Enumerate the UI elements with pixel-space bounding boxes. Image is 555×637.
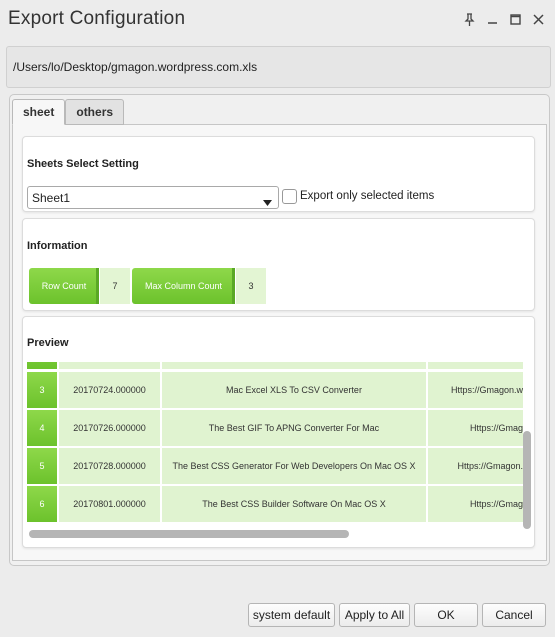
table-row[interactable]: 5 20170728.000000 The Best CSS Generator… xyxy=(27,448,523,484)
title-cell: Mac Excel XLS To CSV Converter xyxy=(162,372,426,408)
sheets-select-title: Sheets Select Setting xyxy=(27,158,139,170)
tab-sheet[interactable]: sheet xyxy=(12,99,66,125)
tab-bar: sheet others xyxy=(12,99,125,125)
tab-content: Sheets Select Setting Sheet1 Export only… xyxy=(12,124,547,561)
export-selected-label: Export only selected items xyxy=(300,190,435,202)
url-cell: Https://Gmagon. xyxy=(428,448,523,484)
information-title: Information xyxy=(27,240,88,252)
ok-button[interactable]: OK xyxy=(414,603,478,627)
table-row xyxy=(27,362,523,369)
horizontal-scroll-thumb[interactable] xyxy=(29,530,349,538)
table-row[interactable]: 6 20170801.000000 The Best CSS Builder S… xyxy=(27,486,523,522)
system-default-button[interactable]: system default xyxy=(248,603,335,627)
file-path-field: /Users/lo/Desktop/gmagon.wordpress.com.x… xyxy=(6,46,551,88)
vertical-scroll-thumb[interactable] xyxy=(523,431,531,529)
pin-icon[interactable] xyxy=(463,12,476,26)
url-cell: Https://Gmagon.w xyxy=(428,372,523,408)
title-cell xyxy=(162,362,426,369)
minimize-icon[interactable] xyxy=(486,13,499,26)
max-column-count-label: Max Column Count xyxy=(132,268,235,304)
preview-title: Preview xyxy=(27,337,69,349)
row-index-cell: 5 xyxy=(27,448,57,484)
preview-table[interactable]: 3 20170724.000000 Mac Excel XLS To CSV C… xyxy=(27,362,523,528)
date-cell: 20170728.000000 xyxy=(59,448,160,484)
preview-card: Preview 3 20170724.000000 Mac Excel XLS … xyxy=(22,316,535,548)
cancel-button[interactable]: Cancel xyxy=(482,603,546,627)
row-index-cell: 3 xyxy=(27,372,57,408)
window-controls xyxy=(463,12,545,26)
date-cell: 20170724.000000 xyxy=(59,372,160,408)
vertical-scrollbar[interactable] xyxy=(523,367,531,533)
date-cell xyxy=(59,362,160,369)
row-count-value: 7 xyxy=(100,268,130,304)
url-cell: Https://Gmag xyxy=(428,410,523,446)
title-cell: The Best CSS Builder Software On Mac OS … xyxy=(162,486,426,522)
export-selected-checkbox[interactable] xyxy=(282,189,297,204)
apply-to-all-button[interactable]: Apply to All xyxy=(339,603,410,627)
maximize-icon[interactable] xyxy=(509,13,522,26)
date-cell: 20170726.000000 xyxy=(59,410,160,446)
table-row[interactable]: 3 20170724.000000 Mac Excel XLS To CSV C… xyxy=(27,372,523,408)
url-cell xyxy=(428,362,523,369)
max-column-count-value: 3 xyxy=(236,268,266,304)
close-icon[interactable] xyxy=(532,13,545,26)
information-card: Information Row Count 7 Max Column Count… xyxy=(22,218,535,311)
sheets-select-card: Sheets Select Setting Sheet1 Export only… xyxy=(22,136,535,212)
date-cell: 20170801.000000 xyxy=(59,486,160,522)
title-bar: Export Configuration xyxy=(0,0,555,38)
file-path-text: /Users/lo/Desktop/gmagon.wordpress.com.x… xyxy=(13,60,258,74)
row-count-label: Row Count xyxy=(29,268,99,304)
title-cell: The Best GIF To APNG Converter For Mac xyxy=(162,410,426,446)
row-index-cell: 4 xyxy=(27,410,57,446)
title-cell: The Best CSS Generator For Web Developer… xyxy=(162,448,426,484)
dropdown-arrow-icon xyxy=(263,195,272,209)
sheet-select[interactable]: Sheet1 xyxy=(27,186,279,209)
tab-others[interactable]: others xyxy=(65,99,125,125)
sheet-select-value: Sheet1 xyxy=(32,190,71,205)
url-cell: Https://Gmag xyxy=(428,486,523,522)
window-title: Export Configuration xyxy=(8,8,186,29)
row-index-cell: 6 xyxy=(27,486,57,522)
row-index-cell xyxy=(27,362,57,369)
table-row[interactable]: 4 20170726.000000 The Best GIF To APNG C… xyxy=(27,410,523,446)
